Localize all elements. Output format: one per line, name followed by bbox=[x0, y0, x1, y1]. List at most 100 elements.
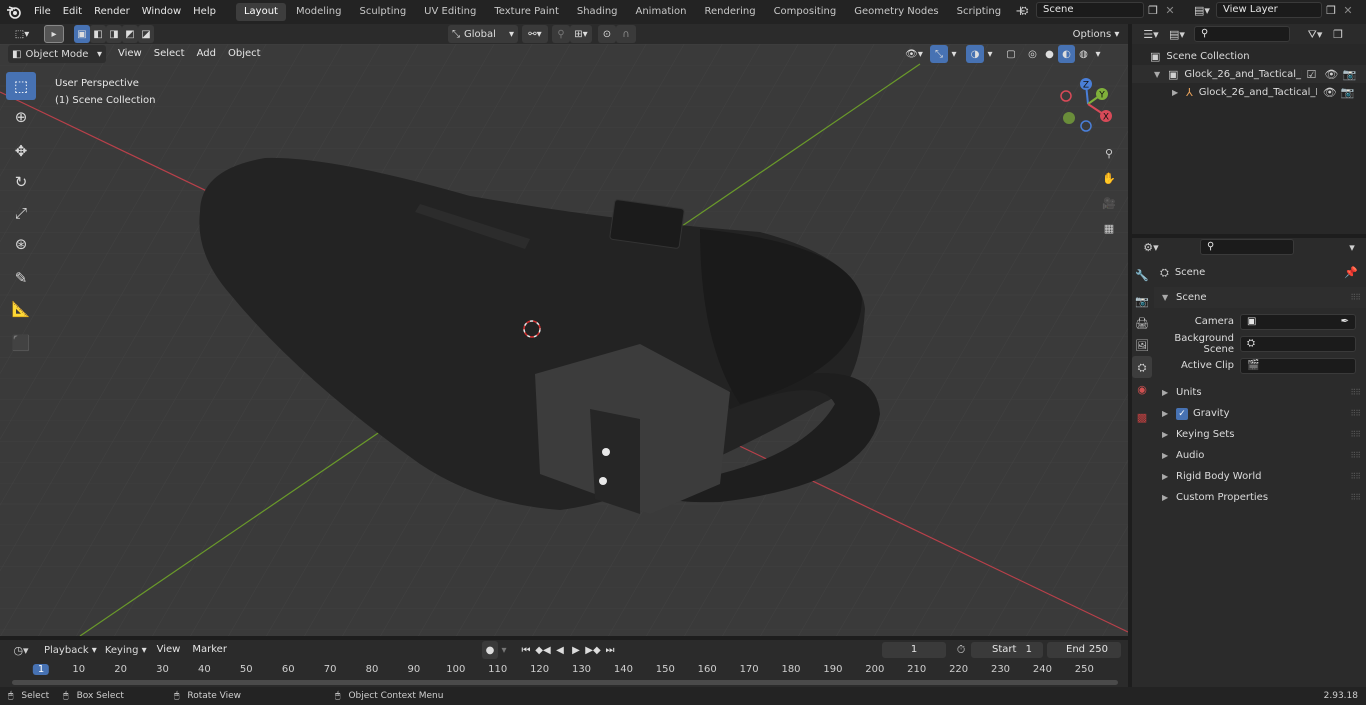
custom-properties-panel-header[interactable]: ▶ Custom Properties ⠿⠿ bbox=[1154, 487, 1366, 508]
units-panel-header[interactable]: ▶ Units ⠿⠿ bbox=[1154, 382, 1366, 403]
visibility-icon[interactable]: 👁▾ bbox=[902, 45, 926, 63]
scene-tab-icon[interactable]: ⛭ bbox=[1132, 356, 1152, 378]
add-cube-tool-icon[interactable]: ⬛ bbox=[6, 329, 36, 357]
rotate-tool-icon[interactable]: ↻ bbox=[6, 168, 36, 196]
measure-tool-icon[interactable]: 📐 bbox=[6, 295, 36, 323]
gizmo-dropdown-icon[interactable]: ▾ bbox=[948, 45, 960, 63]
timeline-menu-view[interactable]: View bbox=[151, 640, 187, 660]
overlay-toggle-icon[interactable]: ◑ bbox=[966, 45, 984, 63]
frame-ruler[interactable]: 1 10 20 30 40 50 60 70 80 90 100 110 120 130 140 150 160… bbox=[0, 662, 1128, 680]
pan-hand-icon[interactable]: ✋ bbox=[1098, 167, 1120, 189]
start-frame-field[interactable]: Start 1 bbox=[971, 642, 1043, 658]
tab-modeling[interactable]: Modeling bbox=[288, 3, 350, 21]
rigid-body-world-panel-header[interactable]: ▶ Rigid Body World ⠿⠿ bbox=[1154, 466, 1366, 487]
gravity-panel-header[interactable]: ▶ ✓ Gravity ⠿⠿ bbox=[1154, 403, 1366, 424]
wireframe-shading-icon[interactable]: ◎ bbox=[1024, 45, 1041, 63]
expand-triangle-icon[interactable]: ▼ bbox=[1154, 70, 1162, 79]
gravity-checkbox[interactable]: ✓ bbox=[1176, 407, 1188, 420]
scene-field[interactable]: Scene bbox=[1036, 2, 1144, 18]
drag-handle-icon[interactable]: ⠿⠿ bbox=[1350, 451, 1361, 460]
scale-tool-icon[interactable]: ⤢ bbox=[6, 199, 36, 227]
render-camera-icon[interactable]: 📷 bbox=[1340, 69, 1358, 80]
tab-scripting[interactable]: Scripting bbox=[949, 3, 1009, 21]
close-scene-icon[interactable]: ✕ bbox=[1162, 5, 1178, 16]
tab-texture-paint[interactable]: Texture Paint bbox=[486, 3, 567, 21]
tool-tab-icon[interactable]: 🔧 bbox=[1132, 264, 1152, 286]
jump-end-icon[interactable]: ⏭ bbox=[602, 641, 618, 659]
extend-selection-icon[interactable]: ◧ bbox=[90, 25, 106, 43]
eyedropper-icon[interactable]: ✒ bbox=[1341, 315, 1349, 329]
menu-file[interactable]: File bbox=[28, 0, 57, 24]
prev-keyframe-icon[interactable]: ◆◀ bbox=[534, 641, 552, 659]
render-tab-icon[interactable]: 📷 bbox=[1132, 290, 1152, 312]
tab-layout[interactable]: Layout bbox=[235, 3, 286, 21]
timeline-scrollbar[interactable] bbox=[12, 680, 1118, 685]
play-reverse-icon[interactable]: ◀ bbox=[552, 641, 568, 659]
tab-sculpting[interactable]: Sculpting bbox=[351, 3, 414, 21]
end-frame-field[interactable]: End 250 bbox=[1047, 642, 1121, 658]
drag-handle-icon[interactable]: ⠿⠿ bbox=[1350, 493, 1361, 502]
tab-rendering[interactable]: Rendering bbox=[696, 3, 763, 21]
audio-panel-header[interactable]: ▶ Audio ⠿⠿ bbox=[1154, 445, 1366, 466]
copy-scene-icon[interactable]: ❐ bbox=[1144, 5, 1162, 16]
render-camera-icon[interactable]: 📷 bbox=[1339, 87, 1357, 98]
stopwatch-icon[interactable]: ⏱ bbox=[953, 644, 969, 655]
blender-logo-icon[interactable] bbox=[0, 5, 28, 19]
texture-tab-icon[interactable]: ▩ bbox=[1132, 406, 1152, 428]
drag-handle-icon[interactable]: ⠿⠿ bbox=[1350, 409, 1361, 418]
camera-view-icon[interactable]: 🎥 bbox=[1098, 192, 1120, 214]
transform-orientation-dropdown[interactable]: ⤡ Global ▾ bbox=[448, 25, 518, 43]
outliner-root-row[interactable]: ▣ Scene Collection bbox=[1132, 47, 1366, 65]
play-icon[interactable]: ▶ bbox=[568, 641, 584, 659]
keying-sets-panel-header[interactable]: ▶ Keying Sets ⠿⠿ bbox=[1154, 424, 1366, 445]
output-tab-icon[interactable]: 🖨 bbox=[1132, 312, 1152, 334]
xray-toggle-icon[interactable]: ▢ bbox=[1002, 45, 1020, 63]
cursor-tool-icon[interactable]: ⊕ bbox=[6, 103, 36, 131]
tab-shading[interactable]: Shading bbox=[569, 3, 626, 21]
shading-dropdown-icon[interactable]: ▾ bbox=[1092, 45, 1104, 63]
visibility-eye-icon[interactable]: 👁 bbox=[1321, 87, 1339, 98]
new-selection-icon[interactable]: ▣ bbox=[74, 25, 90, 43]
view-layer-icon[interactable]: ▤▾ bbox=[1188, 5, 1216, 16]
background-scene-field[interactable]: ⛭ bbox=[1240, 335, 1356, 352]
playback-dropdown[interactable]: Playback ▾ bbox=[40, 641, 101, 659]
intersect-selection-icon[interactable]: ◪ bbox=[138, 25, 154, 43]
viewport-menu-view[interactable]: View bbox=[112, 44, 148, 64]
outliner-item-object[interactable]: ▶ ⅄ Glock_26_and_Tactical_N 👁 📷 bbox=[1132, 83, 1366, 101]
display-mode-icon[interactable]: ▤▾ bbox=[1164, 29, 1190, 40]
material-preview-icon[interactable]: ◐ bbox=[1058, 45, 1075, 63]
timeline-menu-marker[interactable]: Marker bbox=[186, 640, 233, 660]
select-box-mode-icon[interactable]: ▸ bbox=[44, 25, 64, 43]
include-checkbox-icon[interactable]: ☑ bbox=[1304, 69, 1318, 80]
navigation-gizmo[interactable]: Z Y X bbox=[1056, 72, 1120, 136]
object-mode-dropdown[interactable]: ◧ Object Mode ▾ bbox=[8, 45, 106, 63]
perspective-toggle-icon[interactable]: ▦ bbox=[1098, 217, 1120, 239]
transform-tool-icon[interactable]: ⊛ bbox=[6, 230, 36, 258]
snap-target-icon[interactable]: ⊞▾ bbox=[570, 25, 592, 43]
pivot-point-icon[interactable]: ⚯▾ bbox=[522, 25, 548, 43]
viewport-menu-select[interactable]: Select bbox=[148, 44, 191, 64]
filter-icon[interactable]: ⛛▾ bbox=[1302, 29, 1328, 40]
menu-help[interactable]: Help bbox=[187, 0, 222, 24]
menu-render[interactable]: Render bbox=[88, 0, 136, 24]
overlay-dropdown-icon[interactable]: ▾ bbox=[984, 45, 996, 63]
properties-options-icon[interactable]: ▾ bbox=[1342, 242, 1362, 253]
viewport-menu-object[interactable]: Object bbox=[222, 44, 267, 64]
copy-view-layer-icon[interactable]: ❐ bbox=[1322, 5, 1340, 16]
tab-animation[interactable]: Animation bbox=[628, 3, 695, 21]
pin-icon[interactable]: 📌 bbox=[1344, 267, 1358, 278]
properties-editor-icon[interactable]: ⚙▾ bbox=[1138, 242, 1164, 253]
3d-viewport[interactable]: User Perspective (1) Scene Collection Z … bbox=[0, 44, 1128, 636]
new-collection-icon[interactable]: ❐ bbox=[1328, 29, 1348, 40]
snap-icon[interactable]: ⚲ bbox=[552, 25, 570, 43]
active-clip-field[interactable]: 🎬 bbox=[1240, 357, 1356, 374]
drag-handle-icon[interactable]: ⠿⠿ bbox=[1350, 430, 1361, 439]
keying-dropdown[interactable]: Keying ▾ bbox=[101, 641, 151, 659]
editor-type-button[interactable]: ⬚▾ bbox=[8, 25, 36, 43]
menu-edit[interactable]: Edit bbox=[57, 0, 88, 24]
zoom-icon[interactable]: ⚲ bbox=[1098, 142, 1120, 164]
properties-search-input[interactable]: ⚲ bbox=[1200, 239, 1294, 255]
jump-start-icon[interactable]: ⏮ bbox=[518, 641, 534, 659]
drag-handle-icon[interactable]: ⠿⠿ bbox=[1350, 472, 1361, 481]
tab-compositing[interactable]: Compositing bbox=[766, 3, 845, 21]
